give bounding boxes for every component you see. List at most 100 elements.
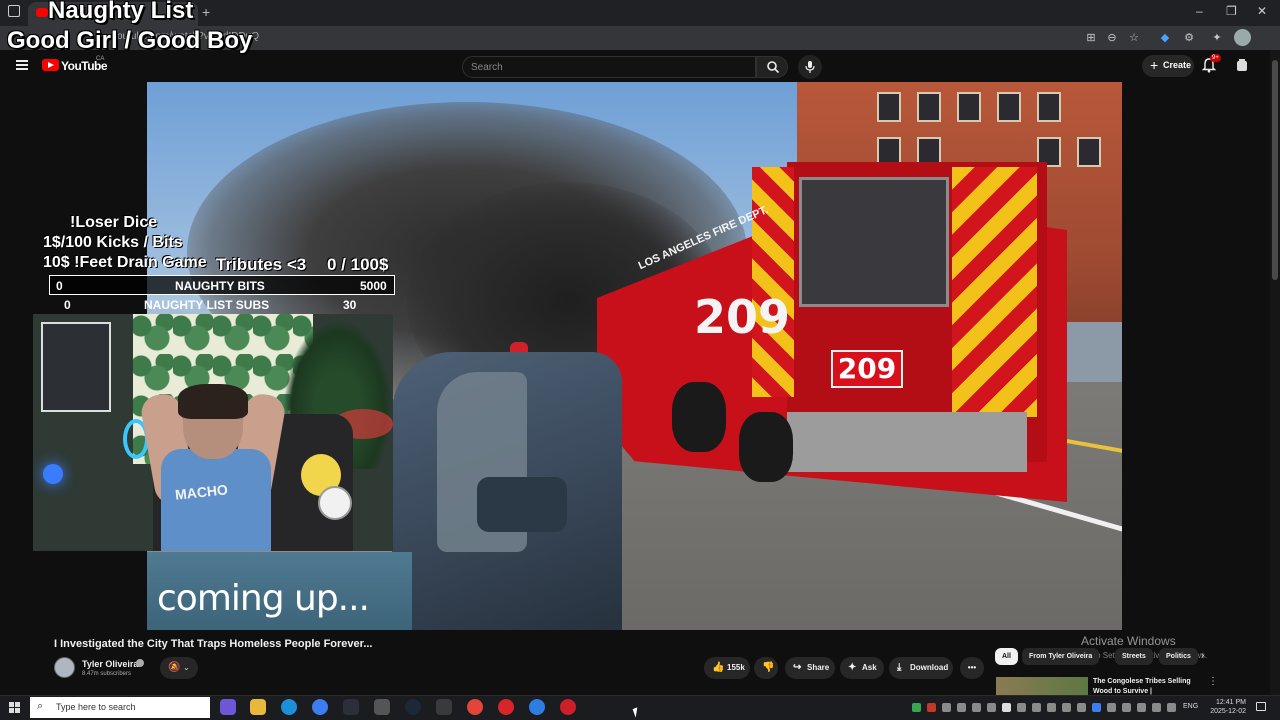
truck-rear-compartment [799,177,949,307]
input-language[interactable]: ENG [1183,703,1198,710]
notification-settings-button[interactable]: 🔕 ⌄ [160,657,198,679]
chip-all[interactable]: All [995,648,1018,665]
tray-icon[interactable] [1062,703,1071,712]
app-icon-red[interactable] [498,699,514,715]
create-button[interactable]: Create [1142,55,1194,77]
favorite-star-icon[interactable]: ☆ [1127,31,1141,45]
settings-gear-icon[interactable] [374,699,390,715]
app-icon-messenger[interactable] [220,699,236,715]
taskbar-search-input[interactable]: Type here to search [56,702,136,712]
close-window-button[interactable]: ✕ [1257,4,1267,18]
battery-icon[interactable] [1167,703,1176,712]
browser-profile-avatar[interactable] [1234,29,1251,46]
tray-icon[interactable] [1047,703,1056,712]
bits-current: 0 [56,279,63,293]
tray-icon[interactable] [927,703,936,712]
chevron-right-icon[interactable]: › [1201,650,1204,661]
new-tab-button[interactable]: + [202,4,210,20]
search-input[interactable]: Search [462,56,756,78]
tray-icon[interactable] [1077,703,1086,712]
voice-search-button[interactable] [798,55,822,79]
recommended-video-title[interactable]: The Congolese Tribes Selling Wood to Sur… [1093,677,1203,697]
file-explorer-icon[interactable] [250,699,266,715]
share-button[interactable]: ↪ Share [785,657,835,679]
app-icon-obs[interactable] [560,699,576,715]
chevron-stripes [752,167,794,397]
ask-button[interactable]: ✦ Ask [840,657,884,679]
chip-politics[interactable]: Politics [1159,648,1198,665]
tray-icon[interactable] [1017,703,1026,712]
clock[interactable]: 12:41 PM 2025-12-02 [1206,698,1246,716]
coming-up-caption: coming up... [157,578,370,619]
edge-browser-icon[interactable] [281,699,297,715]
windows-start-icon[interactable] [9,702,21,714]
truck-number: 209 [694,290,791,344]
extension-icon[interactable]: ◆ [1158,31,1172,45]
tray-icon[interactable] [972,703,981,712]
subs-goal: 30 [343,298,357,312]
download-icon: ⤓ [897,662,902,673]
verified-icon [136,659,144,667]
like-button[interactable]: 👍 155k [704,657,750,679]
tribute-value: 0 / 100$ [327,255,389,274]
youtube-logo-icon[interactable] [42,59,59,71]
app-icon-sync[interactable] [529,699,545,715]
tray-icon[interactable] [1032,703,1041,712]
streamer-hair [178,384,248,419]
pokeball [318,486,352,520]
subs-current: 0 [64,298,71,312]
thumbs-down-icon: 👎 [762,662,775,673]
tray-icon[interactable] [1002,703,1011,712]
channel-avatar[interactable] [54,657,75,678]
search-icon [767,61,780,74]
sidebar-toggle-icon[interactable] [8,5,20,17]
chevron-stripes [952,167,1037,417]
microphone-icon [805,61,815,73]
apps-icon[interactable]: ⊞ [1084,31,1098,45]
country-code: CA [96,56,105,62]
tray-icon[interactable] [1122,703,1131,712]
more-options-icon[interactable]: ⋮ [1208,676,1218,687]
steam-icon[interactable] [405,699,421,715]
account-avatar[interactable] [1234,57,1250,73]
menu-icon[interactable] [16,60,28,70]
maximize-button[interactable]: ❐ [1226,4,1237,18]
tray-icon[interactable] [987,703,996,712]
extensions-puzzle-icon[interactable]: ⚙ [1182,31,1196,45]
collections-icon[interactable]: ✦ [1210,31,1224,45]
search-button[interactable] [756,56,788,78]
chip-streets[interactable]: Streets [1115,648,1153,665]
youtube-favicon-icon [36,8,48,17]
search-icon: ⌕ [37,700,44,712]
network-icon[interactable] [1137,703,1146,712]
recommended-video-thumbnail[interactable] [996,677,1088,695]
download-button[interactable]: ⤓ Download [889,657,953,679]
bell-off-icon: 🔕 [168,662,181,673]
notification-badge: 9+ [1210,54,1221,62]
app-icon-grid[interactable] [436,699,452,715]
tray-icon[interactable] [942,703,951,712]
overlay-line: !Loser Dice [70,214,158,231]
minimize-button[interactable]: – [1196,4,1203,18]
zoom-icon[interactable]: ⊖ [1105,31,1119,45]
app-icon-blue[interactable] [312,699,328,715]
car-mirror [477,477,567,532]
tray-icon[interactable] [1092,703,1101,712]
tray-icon[interactable] [912,703,921,712]
overlay-line: 1$/100 Kicks / Bits [43,234,183,251]
truck-bumper [787,412,1027,472]
wheel [739,412,793,482]
dislike-button[interactable]: 👎 [754,657,778,679]
chrome-icon[interactable] [467,699,483,715]
notification-center-icon[interactable] [1256,702,1266,711]
app-icon-dark[interactable] [343,699,359,715]
tray-icon[interactable] [957,703,966,712]
thumbs-up-icon: 👍 [712,662,725,673]
chip-from-channel[interactable]: From Tyler Oliveira [1022,648,1100,665]
clock-date: 2025-12-02 [1210,708,1246,715]
channel-name[interactable]: Tyler Oliveira [82,659,138,669]
scrollbar-thumb[interactable] [1272,60,1278,280]
tray-icon[interactable] [1107,703,1116,712]
speaker-icon[interactable] [1152,703,1161,712]
more-actions-button[interactable]: ••• [960,657,984,679]
